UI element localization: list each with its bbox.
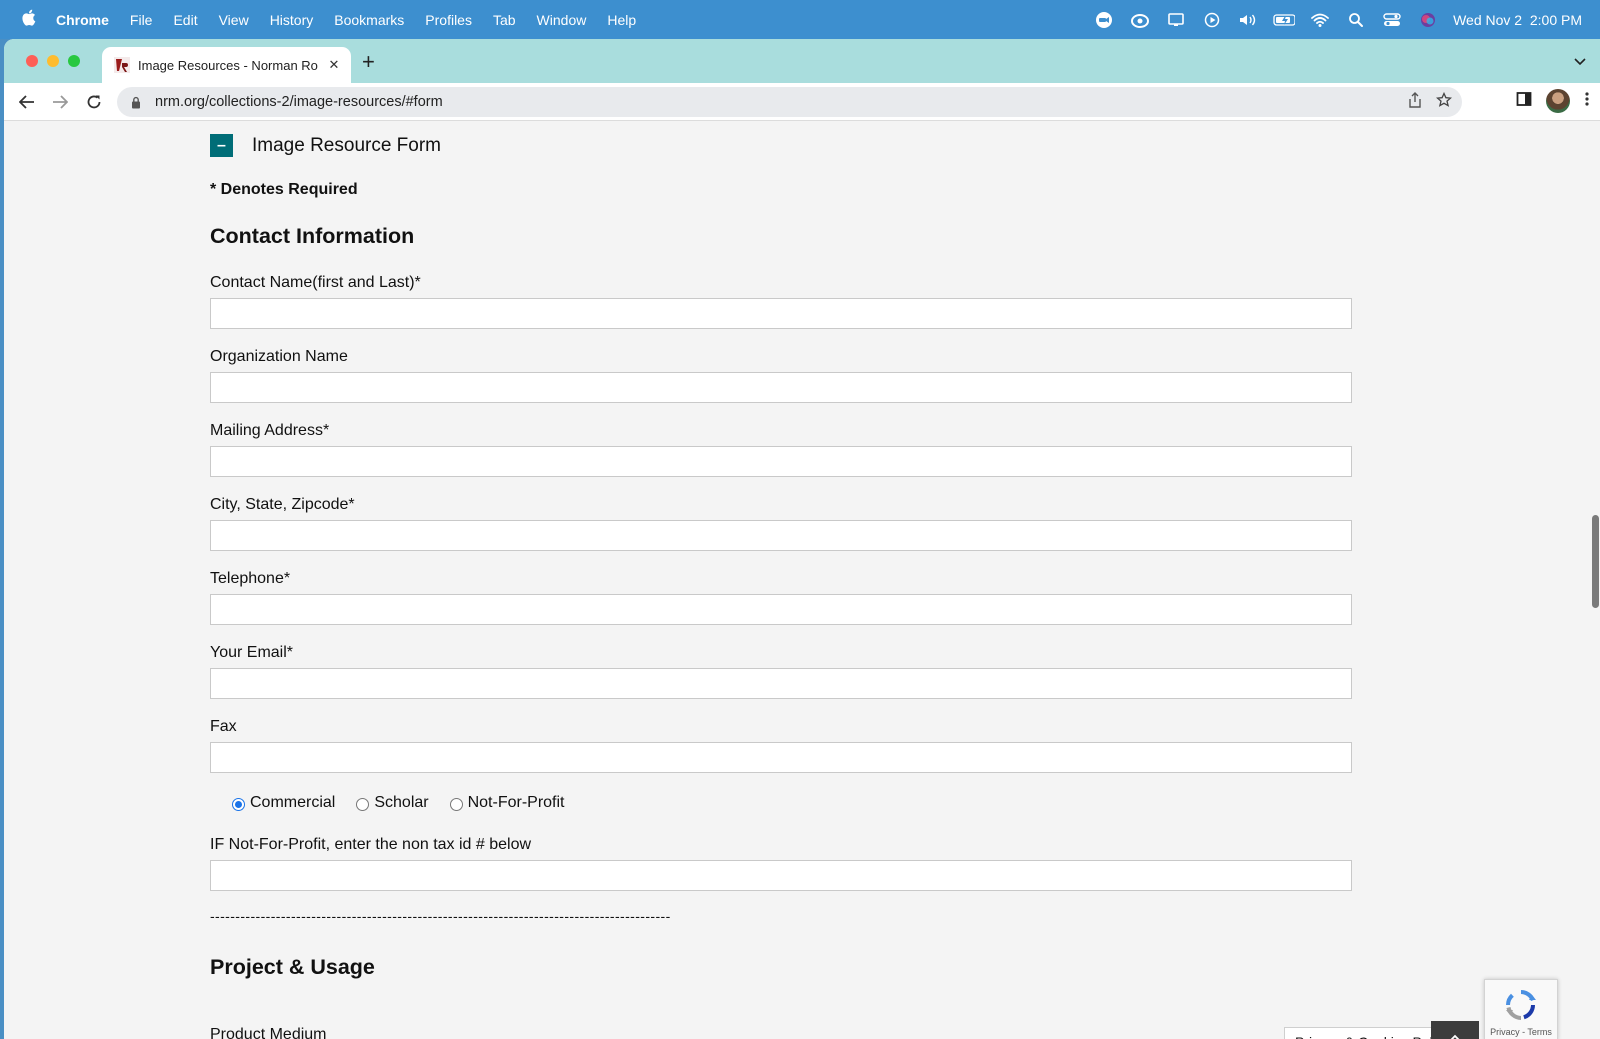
- volume-icon[interactable]: [1237, 12, 1259, 28]
- display-icon[interactable]: [1165, 12, 1187, 28]
- tax-id-label: IF Not-For-Profit, enter the non tax id …: [210, 836, 532, 853]
- lock-icon[interactable]: [131, 96, 145, 109]
- side-panel-icon[interactable]: [1516, 91, 1532, 112]
- radio-scholar[interactable]: Scholar: [356, 794, 429, 812]
- profile-avatar[interactable]: [1546, 89, 1570, 113]
- privacy-cookies-button[interactable]: Privacy & Cookies Policy: [1284, 1027, 1454, 1039]
- more-menu-icon[interactable]: [1584, 91, 1590, 112]
- browser-toolbar: nrm.org/collections-2/image-resources/#f…: [4, 83, 1600, 121]
- contact-name-input[interactable]: [210, 298, 1352, 329]
- radio-not-for-profit[interactable]: Not-For-Profit: [449, 794, 565, 812]
- city-state-zip-input[interactable]: [210, 520, 1352, 551]
- radio-not-for-profit-dot[interactable]: [449, 798, 463, 811]
- dashed-divider: ----------------------------------------…: [210, 908, 671, 924]
- browser-window: Image Resources - Norman Ro ✕ + nrm.org/…: [4, 39, 1600, 1039]
- usage-type-radio-group: Commercial Scholar Not-For-Profit: [232, 794, 586, 812]
- menu-view[interactable]: View: [219, 12, 249, 28]
- now-playing-icon[interactable]: [1201, 12, 1223, 28]
- control-center-icon[interactable]: [1381, 12, 1403, 28]
- organization-name-field: Organization Name: [210, 348, 1352, 403]
- radio-commercial-label[interactable]: Commercial: [250, 794, 335, 812]
- menu-help[interactable]: Help: [607, 12, 636, 28]
- minimize-window-button[interactable]: [47, 55, 59, 67]
- collapse-toggle-button[interactable]: –: [210, 134, 233, 157]
- page-content: – Image Resource Form * Denotes Required…: [4, 121, 1600, 1039]
- fax-label: Fax: [210, 718, 237, 735]
- nrm-favicon-icon: [114, 57, 130, 73]
- menu-bookmarks[interactable]: Bookmarks: [334, 12, 404, 28]
- section-heading-contact: Contact Information: [210, 224, 415, 248]
- creative-cloud-icon[interactable]: [1129, 12, 1151, 28]
- contact-name-label: Contact Name(first and Last)*: [210, 274, 421, 291]
- radio-commercial-dot[interactable]: [232, 798, 245, 811]
- menu-edit[interactable]: Edit: [173, 12, 197, 28]
- organization-name-input[interactable]: [210, 372, 1352, 403]
- apple-logo-icon[interactable]: [0, 9, 56, 31]
- back-arrow-icon[interactable]: [16, 91, 38, 113]
- city-state-zip-label: City, State, Zipcode*: [210, 496, 355, 513]
- tax-id-field: IF Not-For-Profit, enter the non tax id …: [210, 836, 1352, 891]
- menubar-clock[interactable]: Wed Nov 2 2:00 PM: [1453, 12, 1582, 28]
- url-text[interactable]: nrm.org/collections-2/image-resources/#f…: [155, 94, 1408, 110]
- menu-window[interactable]: Window: [537, 12, 587, 28]
- close-tab-icon[interactable]: ✕: [325, 57, 343, 73]
- new-tab-icon[interactable]: +: [362, 51, 375, 73]
- menu-profiles[interactable]: Profiles: [425, 12, 472, 28]
- section-heading-project: Project & Usage: [210, 955, 375, 979]
- siri-icon[interactable]: [1417, 12, 1439, 28]
- menu-history[interactable]: History: [270, 12, 314, 28]
- zoom-window-button[interactable]: [68, 55, 80, 67]
- contact-name-field: Contact Name(first and Last)*: [210, 274, 1352, 329]
- battery-icon[interactable]: [1273, 12, 1296, 28]
- tax-id-input[interactable]: [210, 860, 1352, 891]
- recaptcha-badge[interactable]: Privacy - Terms: [1484, 979, 1558, 1039]
- wifi-icon[interactable]: [1309, 12, 1331, 28]
- radio-commercial[interactable]: Commercial: [232, 794, 335, 812]
- tab-image-resources[interactable]: Image Resources - Norman Ro ✕: [102, 47, 351, 83]
- email-field: Your Email*: [210, 644, 1352, 699]
- fax-input[interactable]: [210, 742, 1352, 773]
- menu-chrome[interactable]: Chrome: [56, 12, 109, 28]
- mailing-address-field: Mailing Address*: [210, 422, 1352, 477]
- recaptcha-logo-icon: [1506, 989, 1536, 1020]
- telephone-label: Telephone*: [210, 570, 291, 587]
- telephone-field: Telephone*: [210, 570, 1352, 625]
- bookmark-star-icon[interactable]: [1435, 91, 1453, 112]
- close-window-button[interactable]: [26, 55, 38, 67]
- share-icon[interactable]: [1408, 92, 1422, 112]
- menu-tab[interactable]: Tab: [493, 12, 516, 28]
- back-to-top-button[interactable]: [1431, 1021, 1479, 1039]
- recaptcha-links[interactable]: Privacy - Terms: [1490, 1027, 1552, 1037]
- reload-icon[interactable]: [83, 91, 105, 113]
- radio-not-for-profit-label[interactable]: Not-For-Profit: [468, 794, 565, 812]
- radio-scholar-label[interactable]: Scholar: [374, 794, 428, 812]
- forward-arrow-icon[interactable]: [49, 91, 71, 113]
- fax-field: Fax: [210, 718, 1352, 773]
- chevron-up-icon: [1448, 1030, 1462, 1039]
- macos-menubar: Chrome File Edit View History Bookmarks …: [0, 0, 1600, 39]
- tab-strip: Image Resources - Norman Ro ✕ +: [4, 39, 1600, 83]
- required-note: * Denotes Required: [210, 181, 358, 198]
- zoom-status-icon[interactable]: [1093, 11, 1115, 28]
- product-medium-label: Product Medium: [210, 1026, 327, 1039]
- email-input[interactable]: [210, 668, 1352, 699]
- radio-scholar-dot[interactable]: [356, 798, 370, 811]
- page-scrollbar[interactable]: [1591, 121, 1600, 1039]
- window-controls: [26, 55, 80, 67]
- organization-name-label: Organization Name: [210, 348, 348, 365]
- menu-file[interactable]: File: [130, 12, 153, 28]
- accordion-title[interactable]: Image Resource Form: [252, 135, 441, 157]
- telephone-input[interactable]: [210, 594, 1352, 625]
- spotlight-search-icon[interactable]: [1345, 12, 1367, 28]
- mailing-address-label: Mailing Address*: [210, 422, 330, 439]
- tab-search-chevron-icon[interactable]: [1574, 53, 1586, 69]
- tab-title: Image Resources - Norman Ro: [138, 57, 318, 73]
- mailing-address-input[interactable]: [210, 446, 1352, 477]
- email-label: Your Email*: [210, 644, 294, 661]
- scrollbar-thumb[interactable]: [1592, 515, 1599, 608]
- city-state-zip-field: City, State, Zipcode*: [210, 496, 1352, 551]
- accordion-header[interactable]: – Image Resource Form: [210, 134, 441, 157]
- address-bar[interactable]: nrm.org/collections-2/image-resources/#f…: [117, 87, 1462, 117]
